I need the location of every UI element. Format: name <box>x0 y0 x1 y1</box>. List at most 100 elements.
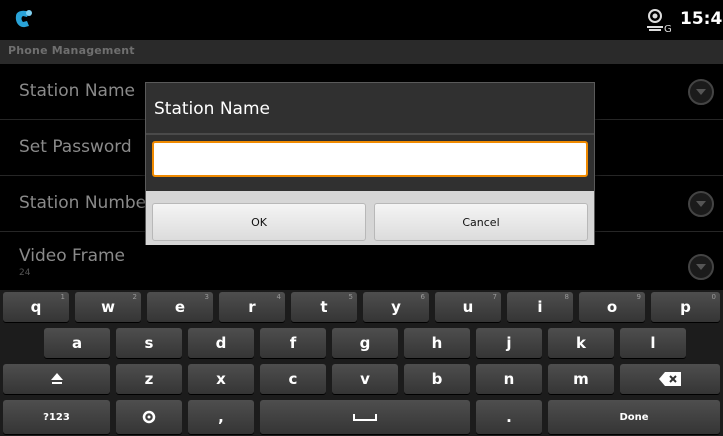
backspace-icon <box>659 372 681 386</box>
key-label: a <box>71 334 83 352</box>
key-hint: 7 <box>492 293 497 301</box>
key-b[interactable]: b <box>404 364 470 394</box>
key-label: j <box>506 334 512 352</box>
dropdown-arrow-icon[interactable] <box>688 254 714 280</box>
cancel-button[interactable]: Cancel <box>374 203 588 241</box>
gps-sub-label: G <box>664 24 672 33</box>
key-d[interactable]: d <box>188 328 254 358</box>
dialog-divider <box>146 133 594 135</box>
key-label: p <box>680 298 691 316</box>
key-label: m <box>573 370 589 388</box>
ok-button[interactable]: OK <box>152 203 366 241</box>
key-p[interactable]: p0 <box>651 292 720 322</box>
key-label: ?123 <box>43 411 70 423</box>
key-label: f <box>289 334 297 352</box>
key-label: w <box>101 298 115 316</box>
key-hint: 3 <box>204 293 209 301</box>
key-label: x <box>216 370 226 388</box>
key-e[interactable]: e3 <box>147 292 213 322</box>
keyboard-settings-key[interactable] <box>116 400 182 434</box>
spacebar-key[interactable] <box>260 400 470 434</box>
key-t[interactable]: t5 <box>291 292 357 322</box>
setting-label: Station Number <box>19 193 154 213</box>
key-hint: 0 <box>711 293 716 301</box>
key-hint: 1 <box>60 293 65 301</box>
key-j[interactable]: j <box>476 328 542 358</box>
status-bar: G 15:40 <box>0 0 723 40</box>
key-label: k <box>576 334 586 352</box>
key-label: . <box>506 408 512 426</box>
key-label: h <box>431 334 443 352</box>
setting-label: Set Password <box>19 137 132 157</box>
key-label: y <box>391 298 401 316</box>
done-key[interactable]: Done <box>548 400 720 434</box>
setting-label: Video Frame <box>19 246 126 266</box>
key-z[interactable]: z <box>116 364 182 394</box>
key-label: i <box>537 298 543 316</box>
station-name-dialog: Station Name OK Cancel <box>145 82 595 245</box>
shift-arrow-icon <box>50 373 63 384</box>
key-m[interactable]: m <box>548 364 614 394</box>
keyboard-settings-icon <box>142 410 156 424</box>
key-hint: 8 <box>564 293 569 301</box>
key-hint: 5 <box>348 293 353 301</box>
key-label: b <box>431 370 443 388</box>
phone-handset-icon <box>15 10 32 28</box>
key-label: Done <box>619 411 649 423</box>
key-label: z <box>144 370 154 388</box>
key-h[interactable]: h <box>404 328 470 358</box>
key-a[interactable]: a <box>44 328 110 358</box>
key-q[interactable]: q1 <box>3 292 69 322</box>
key-v[interactable]: v <box>332 364 398 394</box>
key-label: , <box>218 408 224 426</box>
symbols-key[interactable]: ?123 <box>3 400 110 434</box>
dialog-button-bar: OK Cancel <box>146 191 594 245</box>
key-label: o <box>606 298 618 316</box>
key-label: d <box>215 334 227 352</box>
key-x[interactable]: x <box>188 364 254 394</box>
key-hint: 9 <box>636 293 641 301</box>
key-label: l <box>650 334 656 352</box>
key-i[interactable]: i8 <box>507 292 573 322</box>
key-label: r <box>248 298 256 316</box>
station-name-input[interactable] <box>152 141 588 177</box>
key-label: u <box>462 298 474 316</box>
gps-location-icon: G <box>647 9 672 33</box>
key-u[interactable]: u7 <box>435 292 501 322</box>
key-l[interactable]: l <box>620 328 686 358</box>
shift-key[interactable] <box>3 364 110 394</box>
key-y[interactable]: y6 <box>363 292 429 322</box>
key-label: q <box>30 298 42 316</box>
comma-key[interactable]: , <box>188 400 254 434</box>
key-o[interactable]: o9 <box>579 292 645 322</box>
soft-keyboard: q1 w2 e3 r4 t5 y6 u7 i8 o9 p0 a s d f g … <box>0 290 723 436</box>
key-hint: 2 <box>132 293 137 301</box>
period-key[interactable]: . <box>476 400 542 434</box>
backspace-key[interactable] <box>620 364 720 394</box>
setting-label: Station Name <box>19 81 135 101</box>
key-r[interactable]: r4 <box>219 292 285 322</box>
key-n[interactable]: n <box>476 364 542 394</box>
dropdown-arrow-icon[interactable] <box>688 191 714 217</box>
key-label: e <box>174 298 186 316</box>
dropdown-arrow-icon[interactable] <box>688 79 714 105</box>
setting-value: 24 <box>19 268 31 278</box>
spacebar-icon <box>353 414 377 421</box>
key-label: c <box>288 370 298 388</box>
status-clock: 15:40 <box>680 9 723 29</box>
key-label: s <box>144 334 154 352</box>
key-k[interactable]: k <box>548 328 614 358</box>
key-hint: 4 <box>276 293 281 301</box>
key-hint: 6 <box>420 293 425 301</box>
key-s[interactable]: s <box>116 328 182 358</box>
title-bar: Phone Management <box>0 40 723 64</box>
key-c[interactable]: c <box>260 364 326 394</box>
key-f[interactable]: f <box>260 328 326 358</box>
dialog-title: Station Name <box>154 99 270 119</box>
key-label: v <box>360 370 370 388</box>
app-title: Phone Management <box>8 44 135 57</box>
key-g[interactable]: g <box>332 328 398 358</box>
key-label: t <box>320 298 328 316</box>
key-label: n <box>503 370 515 388</box>
key-w[interactable]: w2 <box>75 292 141 322</box>
